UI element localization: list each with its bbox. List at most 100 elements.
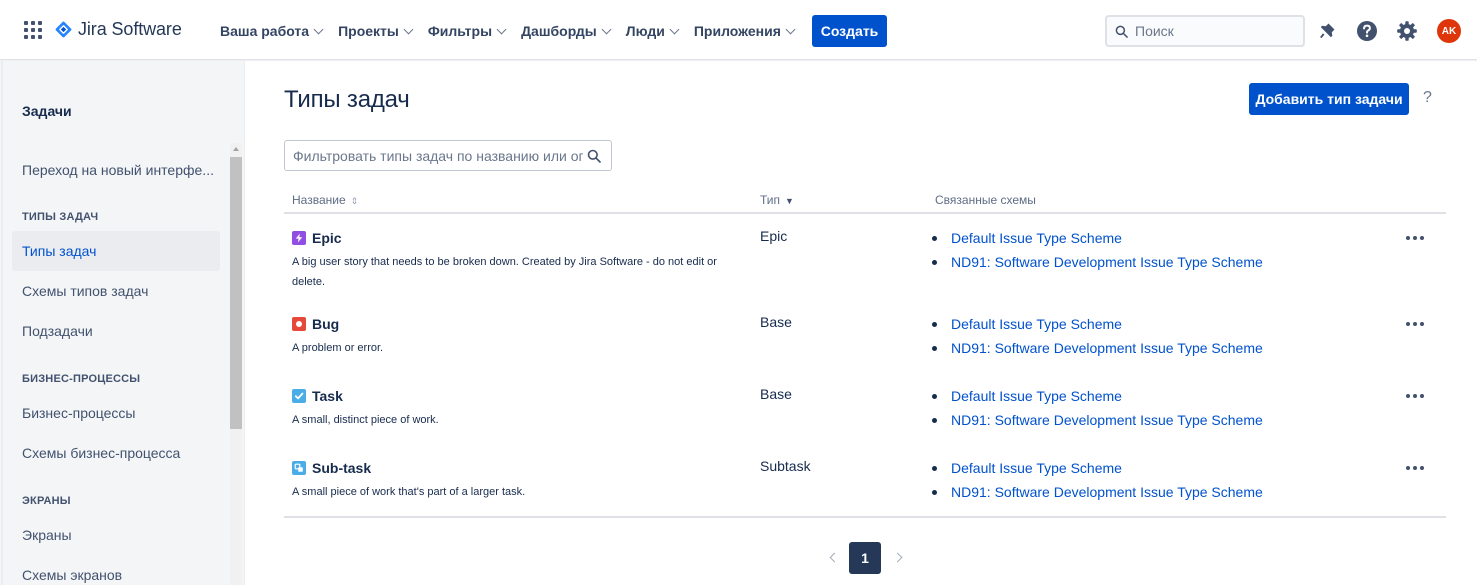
sidebar-item-workflow-schemes[interactable]: Схемы бизнес-процесса	[12, 433, 220, 473]
issue-type-name-label: Task	[312, 388, 343, 404]
sidebar-section-workflows: БИЗНЕС-ПРОЦЕССЫ	[22, 373, 141, 385]
associated-schemes: Default Issue Type Scheme ND91: Software…	[932, 384, 1263, 432]
table-header-divider	[284, 212, 1446, 214]
settings-icon[interactable]	[1396, 20, 1418, 42]
nav-label: Дашборды	[521, 23, 597, 39]
scheme-item: ND91: Software Development Issue Type Sc…	[932, 336, 1263, 360]
sidebar-item-subtasks[interactable]: Подзадачи	[12, 311, 220, 351]
search-box	[1105, 15, 1305, 47]
more-actions-icon[interactable]	[1404, 386, 1426, 406]
epic-icon	[292, 231, 306, 245]
column-header-schemes: Связанные схемы	[935, 193, 1036, 207]
sort-icon: ⇕	[350, 196, 359, 206]
sidebar-item-screen-schemes[interactable]: Схемы экранов	[12, 555, 220, 585]
sort-desc-icon: ▼	[785, 196, 794, 206]
notifications-icon[interactable]	[1316, 20, 1338, 42]
sidebar-item-screens[interactable]: Экраны	[12, 515, 220, 555]
scheme-link[interactable]: Default Issue Type Scheme	[951, 460, 1122, 476]
nav-apps[interactable]: Приложения	[686, 16, 802, 46]
scroll-up-icon[interactable]	[233, 147, 239, 151]
chevron-down-icon	[496, 24, 507, 34]
sidebar-title: Задачи	[22, 103, 72, 119]
nav-label: Проекты	[338, 23, 399, 39]
sidebar-item-issue-types[interactable]: Типы задач	[12, 231, 220, 271]
chevron-down-icon	[403, 24, 414, 34]
column-header-type[interactable]: Тип ▼	[760, 193, 794, 207]
top-navigation: Jira Software Ваша работа Проекты Фильтр…	[0, 0, 1477, 60]
issue-type-name[interactable]: Bug	[292, 316, 339, 332]
chevron-down-icon	[785, 24, 796, 34]
admin-sidebar: Задачи Переход на новый интерфе... ТИПЫ …	[0, 61, 245, 585]
scheme-item: Default Issue Type Scheme	[932, 384, 1263, 408]
previous-page-icon[interactable]	[826, 550, 840, 566]
issue-type-description: A small piece of work that's part of a l…	[292, 486, 526, 498]
scheme-link[interactable]: Default Issue Type Scheme	[951, 388, 1122, 404]
nav-label: Люди	[625, 23, 665, 39]
scheme-link[interactable]: Default Issue Type Scheme	[951, 316, 1122, 332]
nav-filters[interactable]: Фильтры	[420, 16, 513, 46]
nav-label: Приложения	[693, 23, 781, 39]
more-actions-icon[interactable]	[1404, 228, 1426, 248]
issue-type-name-label: Bug	[312, 316, 340, 332]
more-actions-icon[interactable]	[1404, 314, 1426, 334]
main-menu: Ваша работа Проекты Фильтры Дашборды Люд…	[212, 16, 802, 46]
jira-logo[interactable]: Jira Software	[55, 19, 182, 40]
page-title: Типы задач	[284, 86, 410, 113]
scheme-link[interactable]: ND91: Software Development Issue Type Sc…	[951, 340, 1263, 356]
scheme-link[interactable]: Default Issue Type Scheme	[951, 230, 1122, 246]
associated-schemes: Default Issue Type Scheme ND91: Software…	[932, 456, 1263, 504]
task-icon	[292, 389, 306, 403]
sidebar-section-issue-types: ТИПЫ ЗАДАЧ	[22, 211, 99, 223]
filter-box	[284, 140, 612, 171]
issue-type-name-label: Sub-task	[312, 460, 372, 476]
issue-type-kind: Base	[760, 314, 792, 330]
bug-icon	[292, 317, 306, 331]
sidebar-scrollbar[interactable]	[230, 143, 242, 585]
help-icon[interactable]	[1356, 20, 1378, 42]
scheme-item: Default Issue Type Scheme	[932, 226, 1263, 250]
nav-people[interactable]: Люди	[618, 16, 686, 46]
issue-type-name[interactable]: Sub-task	[292, 460, 371, 476]
nav-label: Ваша работа	[220, 23, 310, 39]
chevron-down-icon	[669, 24, 680, 34]
issue-type-description: A small, distinct piece of work.	[292, 414, 439, 426]
user-avatar[interactable]: AK	[1437, 19, 1461, 43]
scheme-link[interactable]: ND91: Software Development Issue Type Sc…	[951, 484, 1263, 500]
add-issue-type-button[interactable]: Добавить тип задачи	[1249, 83, 1409, 115]
search-icon[interactable]	[587, 149, 601, 163]
associated-schemes: Default Issue Type Scheme ND91: Software…	[932, 312, 1263, 360]
sidebar-item-workflows[interactable]: Бизнес-процессы	[12, 393, 220, 433]
associated-schemes: Default Issue Type Scheme ND91: Software…	[932, 226, 1263, 274]
app-switcher-icon[interactable]	[24, 21, 42, 39]
nav-dashboards[interactable]: Дашборды	[513, 16, 618, 46]
product-name: Jira Software	[78, 19, 182, 39]
create-button[interactable]: Создать	[812, 15, 887, 47]
column-header-label: Тип	[760, 193, 781, 207]
column-header-name[interactable]: Название ⇕	[292, 193, 358, 207]
scrollbar-thumb[interactable]	[230, 157, 242, 429]
filter-input[interactable]	[293, 147, 583, 164]
search-icon	[1115, 25, 1128, 38]
issue-type-name[interactable]: Task	[292, 388, 343, 404]
issue-type-description: A problem or error.	[292, 342, 384, 354]
scheme-item: ND91: Software Development Issue Type Sc…	[932, 408, 1263, 432]
more-actions-icon[interactable]	[1404, 458, 1426, 478]
issue-type-kind: Subtask	[760, 458, 811, 474]
scheme-link[interactable]: ND91: Software Development Issue Type Sc…	[951, 254, 1263, 270]
jira-logo-icon	[55, 21, 72, 38]
sidebar-item-new-ui[interactable]: Переход на новый интерфе...	[12, 150, 220, 190]
nav-projects[interactable]: Проекты	[330, 16, 420, 46]
next-page-icon[interactable]	[892, 550, 907, 566]
column-header-label: Название	[292, 193, 346, 207]
scheme-item: ND91: Software Development Issue Type Sc…	[932, 480, 1263, 504]
scheme-item: Default Issue Type Scheme	[932, 312, 1263, 336]
nav-label: Фильтры	[427, 23, 493, 39]
page-help-icon[interactable]: ?	[1423, 89, 1432, 107]
search-input[interactable]	[1135, 23, 1295, 39]
issue-type-name[interactable]: Epic	[292, 230, 342, 246]
column-header-label: Связанные схемы	[935, 193, 1036, 207]
page-number-current[interactable]: 1	[849, 542, 881, 574]
nav-your-work[interactable]: Ваша работа	[212, 16, 330, 46]
sidebar-item-issue-type-schemes[interactable]: Схемы типов задач	[12, 271, 220, 311]
scheme-link[interactable]: ND91: Software Development Issue Type Sc…	[951, 412, 1263, 428]
